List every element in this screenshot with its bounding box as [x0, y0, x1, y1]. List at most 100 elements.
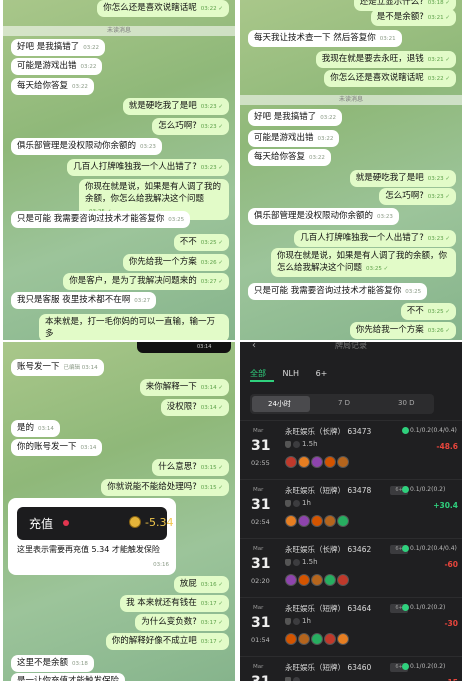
- message-text: 账号发一下: [17, 362, 60, 372]
- incoming-message[interactable]: 我只是客服 夜里技术都不在啊 03:27: [11, 292, 157, 309]
- clock-icon: [293, 559, 300, 566]
- incoming-message[interactable]: 这里不是余额 03:18: [11, 655, 94, 672]
- outgoing-message[interactable]: 怎么巧啊? 03:23 ✓: [379, 188, 456, 205]
- message-time: 03:26 ✓: [200, 260, 223, 266]
- message-time: 03:14: [38, 426, 54, 432]
- record-day: 31: [251, 615, 271, 631]
- incoming-message[interactable]: 每天给你答复 03:22: [11, 78, 94, 95]
- incoming-message[interactable]: 可能是游戏出错 03:22: [11, 58, 103, 75]
- outgoing-message[interactable]: 几百人打牌唯独我一个人出错了? 03:23 ✓: [67, 159, 229, 176]
- message-time: 03:25 ✓: [427, 309, 450, 315]
- message-text: 你的账号发一下: [17, 442, 77, 452]
- message-text: 你现在就是说，如果是有人调了我的余额，你怎么给我解决这个问题: [277, 251, 448, 273]
- shield-icon: [285, 441, 291, 448]
- clock-icon: [293, 618, 300, 625]
- game-record-row[interactable]: Mar 31 02:54 永旺娱乐（短牌） 63478 6+ 0.1/0.2(0.2) 1h…: [240, 479, 462, 536]
- outgoing-message[interactable]: 你的解释好像不成立吧 03:17 ✓: [105, 633, 229, 650]
- tab-nlh[interactable]: NLH: [283, 369, 299, 378]
- game-record-row[interactable]: Mar 31 01:54 永旺娱乐（短牌） 63464 6+ 0.1/0.2(0.2) 1h…: [240, 597, 462, 654]
- outgoing-message[interactable]: 几百人打牌唯独我一个人出错了? 03:23 ✓: [294, 230, 456, 247]
- outgoing-message[interactable]: 是不是余额? 03:21 ✓: [370, 9, 456, 26]
- outgoing-message[interactable]: 你就说能不能给处理吗? 03:15 ✓: [101, 479, 229, 496]
- incoming-message[interactable]: 每天给你答复 03:22: [248, 149, 331, 166]
- record-blinds: 0.1/0.2(0.4/0.4): [410, 427, 457, 434]
- outgoing-message[interactable]: 你现在就是说，如果是有人调了我的余额，你怎么给我解决这个问题03:25 ✓: [271, 248, 456, 277]
- period-7d[interactable]: 7 D: [338, 399, 350, 407]
- message-text: 每天给你答复: [254, 152, 306, 162]
- record-name: 永旺娱乐（长牌） 63473: [285, 427, 372, 436]
- outgoing-message[interactable]: 就是硬吃我了是吧 03:23 ✓: [122, 98, 229, 115]
- outgoing-message[interactable]: 没权限? 03:14 ✓: [160, 399, 229, 416]
- message-text: 为什么变负数?: [141, 617, 197, 627]
- outgoing-message[interactable]: 就是硬吃我了是吧 03:23 ✓: [349, 170, 456, 187]
- outgoing-message[interactable]: 为什么变负数? 03:17 ✓: [135, 614, 229, 631]
- player-avatar: [337, 456, 349, 468]
- message-time: 03:23 ✓: [427, 194, 450, 200]
- outgoing-message[interactable]: 你是客户，是为了我解决问题来的 03:27 ✓: [63, 273, 229, 290]
- game-record-row[interactable]: Mar 31 02:55 永旺娱乐（长牌） 63473 0.1/0.2(0.4/0.4)…: [240, 420, 462, 477]
- player-avatar: [311, 456, 323, 468]
- message-text: 就是硬吃我了是吧: [128, 101, 197, 111]
- incoming-message[interactable]: 可能是游戏出错 03:22: [248, 130, 340, 147]
- incoming-message[interactable]: 每天我让技术查一下 然后答复你 03:21: [248, 30, 402, 47]
- incoming-message[interactable]: 好吧 是我搞错了 03:22: [11, 39, 106, 56]
- message-text: 你怎么还是喜欢说瞎话呢: [330, 73, 424, 83]
- game-record-row[interactable]: Mar 31 02:20 永旺娱乐（长牌） 63462 6+ 0.1/0.2(0.4/0.…: [240, 538, 462, 595]
- shield-icon: [285, 500, 291, 507]
- incoming-message[interactable]: 俱乐部管理是没权限动你余额的 03:23: [248, 208, 399, 225]
- message-time: 03:14: [80, 445, 97, 451]
- message-text: 我只是客服 夜里技术都不在啊: [17, 295, 131, 305]
- player-avatar: [337, 633, 349, 645]
- outgoing-message[interactable]: 本来就是，打一毛你妈的可以一直输，输一万多: [39, 314, 229, 340]
- message-text: 你现在就是说，如果是有人调了我的余额，你怎么给我解决这个问题: [85, 182, 222, 204]
- period-24h[interactable]: 24小时: [268, 399, 291, 409]
- incoming-message[interactable]: 是的 03:14: [11, 420, 60, 437]
- incoming-message[interactable]: 只是可能 我需要咨询过技术才能答复你 03:25: [248, 283, 428, 300]
- unread-divider: 未读消息: [240, 95, 462, 105]
- outgoing-message[interactable]: 怎么巧啊? 03:23 ✓: [152, 118, 229, 135]
- record-month: Mar: [253, 428, 264, 434]
- outgoing-message[interactable]: 我 本来就还有钱在 03:17 ✓: [120, 595, 229, 612]
- back-icon[interactable]: ‹: [252, 342, 256, 351]
- incoming-message[interactable]: 是一让你充值才能触发保险: [11, 673, 126, 681]
- incoming-message[interactable]: 俱乐部管理是没权限动你余额的 03:23: [11, 138, 162, 155]
- tab-6plus[interactable]: 6+: [316, 369, 328, 378]
- outgoing-message[interactable]: 你先给我一个方案 03:26 ✓: [349, 322, 456, 339]
- message-time: 03:17 ✓: [200, 639, 223, 645]
- game-record-row[interactable]: Mar31永旺娱乐（短牌） 634606+0.1/0.2(0.2)-15: [240, 656, 462, 681]
- outgoing-message[interactable]: 你怎么还是喜欢说瞎话呢 03:22 ✓: [97, 0, 229, 17]
- outgoing-message[interactable]: 我现在就是要去永旺，退钱 03:21 ✓: [315, 51, 456, 68]
- tab-all[interactable]: 全部: [250, 369, 266, 378]
- message-time: 03:23 ✓: [200, 124, 223, 130]
- recharge-screenshot-message[interactable]: 充值 -5.34 这里表示需要再充值 5.34 才能触发保险 03:16: [8, 498, 176, 575]
- clock-icon: [293, 441, 300, 448]
- record-time: 02:54: [251, 518, 270, 526]
- incoming-message[interactable]: 只是可能 我需要咨询过技术才能答复你 03:25: [11, 211, 191, 228]
- message-time: 03:16: [153, 562, 169, 568]
- incoming-message[interactable]: 你的账号发一下 03:14: [11, 439, 103, 456]
- shield-icon: [285, 559, 291, 566]
- incoming-message[interactable]: 账号发一下 已编辑 03:14: [11, 359, 104, 376]
- incoming-message[interactable]: 好吧 是我搞错了 03:22: [248, 109, 343, 126]
- message-text: 就是硬吃我了是吧: [355, 173, 424, 183]
- outgoing-message[interactable]: 不不 03:25 ✓: [400, 303, 456, 320]
- outgoing-message[interactable]: 不不 03:25 ✓: [173, 234, 229, 251]
- outgoing-message[interactable]: 什么意思? 03:15 ✓: [152, 459, 229, 476]
- message-text: 俱乐部管理是没权限动你余额的: [17, 141, 137, 151]
- outgoing-message[interactable]: 来你解释一下 03:14 ✓: [139, 379, 229, 396]
- message-text: 没权限?: [166, 402, 197, 412]
- outgoing-message[interactable]: 你怎么还是喜欢说瞎话呢 03:22 ✓: [324, 70, 456, 87]
- record-duration: 1.5h: [302, 440, 318, 448]
- outgoing-message[interactable]: 放屁 03:16 ✓: [173, 576, 229, 593]
- period-30d[interactable]: 30 D: [398, 399, 415, 407]
- message-text: 怎么巧啊?: [158, 121, 197, 131]
- record-blinds: 0.1/0.2(0.2): [410, 604, 446, 611]
- message-text: 好吧 是我搞错了: [17, 42, 80, 52]
- message-time: 03:15 ✓: [200, 485, 223, 491]
- message-text: 好吧 是我搞错了: [254, 112, 317, 122]
- outgoing-message[interactable]: 你先给我一个方案 03:26 ✓: [122, 254, 229, 271]
- message-text: 不不: [179, 237, 197, 247]
- message-text: 你先给我一个方案: [355, 325, 424, 335]
- record-month: Mar: [253, 664, 264, 670]
- record-name: 永旺娱乐（短牌） 63478: [285, 486, 372, 495]
